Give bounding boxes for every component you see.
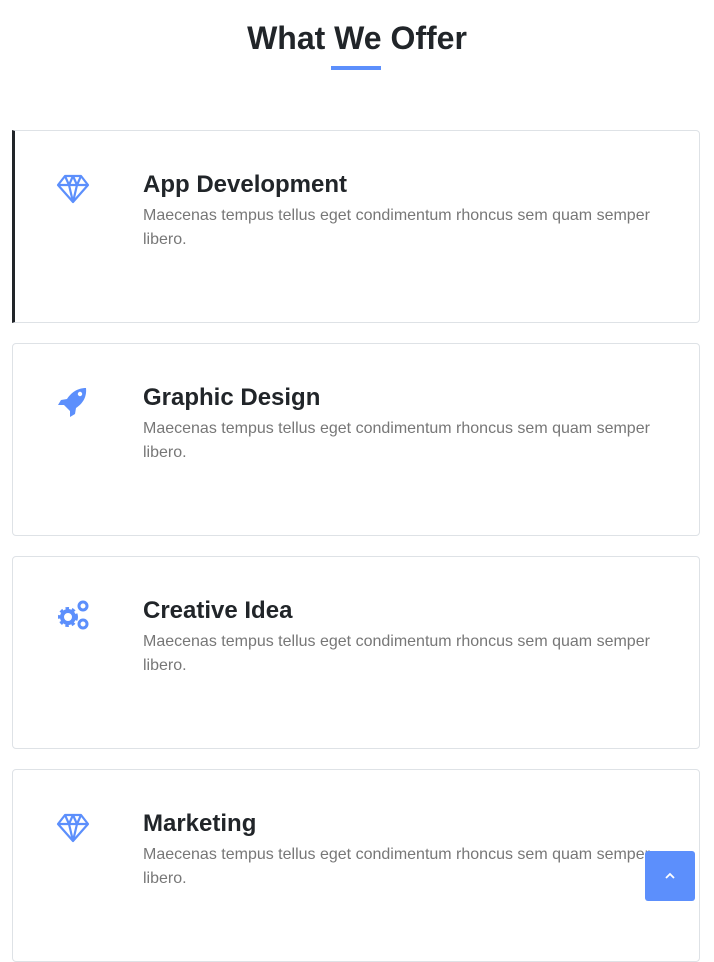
service-description: Maecenas tempus tellus eget condimentum … [143,633,650,674]
diamond-icon [56,813,90,843]
service-title: Creative Idea [143,597,293,624]
service-description: Maecenas tempus tellus eget condimentum … [143,207,650,248]
service-title: App Development [143,171,348,198]
service-card-marketing[interactable]: Marketing Maecenas tempus tellus eget co… [12,769,700,962]
service-card-app-development[interactable]: App Development Maecenas tempus tellus e… [12,130,700,323]
diamond-icon [56,174,90,204]
scroll-to-top-button[interactable] [645,851,695,901]
service-title: Graphic Design [143,384,321,411]
rocket-icon [58,388,87,417]
service-description: Maecenas tempus tellus eget condimentum … [143,846,650,887]
chevron-up-icon [665,872,675,879]
service-title: Marketing [143,810,257,837]
service-card-creative-idea[interactable]: Creative Idea Maecenas tempus tellus ege… [12,556,700,749]
title-underline [331,66,381,70]
service-description: Maecenas tempus tellus eget condimentum … [143,420,650,461]
gears-icon [58,600,89,630]
section-title: What We Offer [247,20,467,56]
service-card-graphic-design[interactable]: Graphic Design Maecenas tempus tellus eg… [12,343,700,536]
